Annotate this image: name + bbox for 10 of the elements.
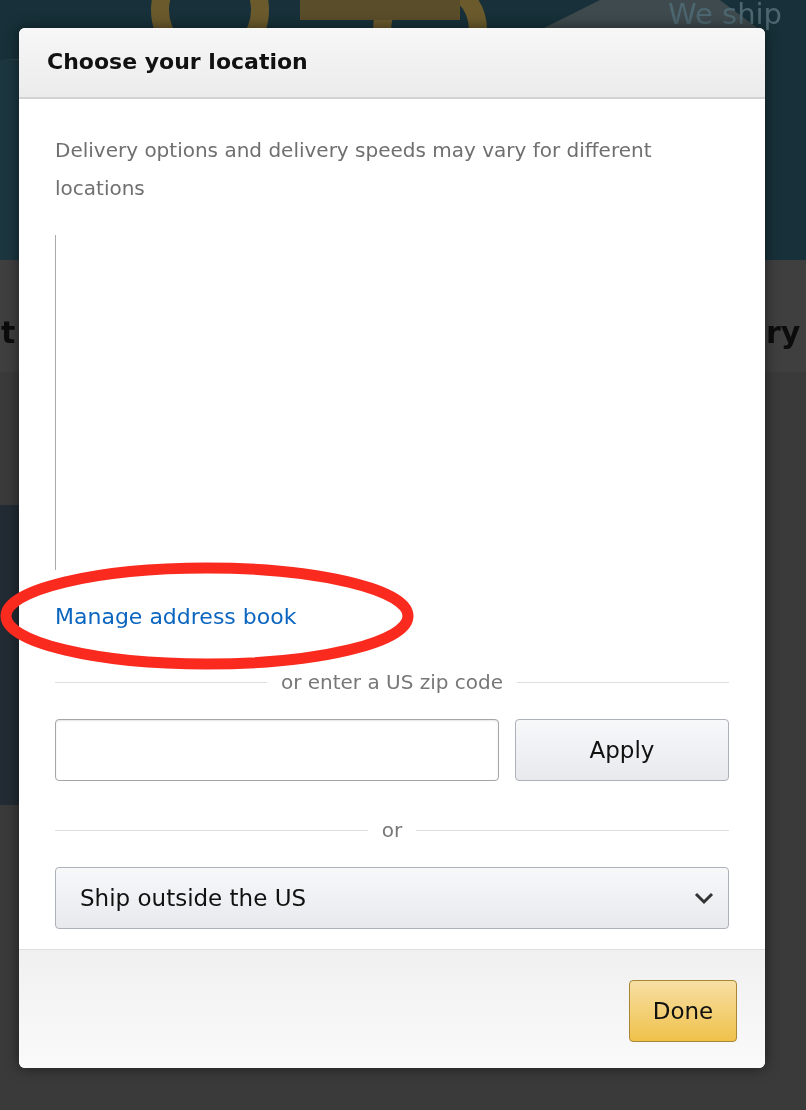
done-button[interactable]: Done	[629, 980, 737, 1042]
apply-button[interactable]: Apply	[515, 719, 729, 781]
divider-label: or	[381, 817, 403, 844]
description-text: Delivery options and delivery speeds may vary for different locations	[55, 137, 653, 202]
divider-label: or enter a US zip code	[280, 669, 504, 696]
chevron-down-icon	[694, 891, 714, 905]
country-dropdown[interactable]: Ship outside the US	[55, 867, 729, 929]
dialog-title: Choose your location	[47, 49, 308, 76]
zip-code-field[interactable]	[55, 719, 499, 781]
manage-address-link[interactable]: Manage address book	[55, 600, 297, 633]
